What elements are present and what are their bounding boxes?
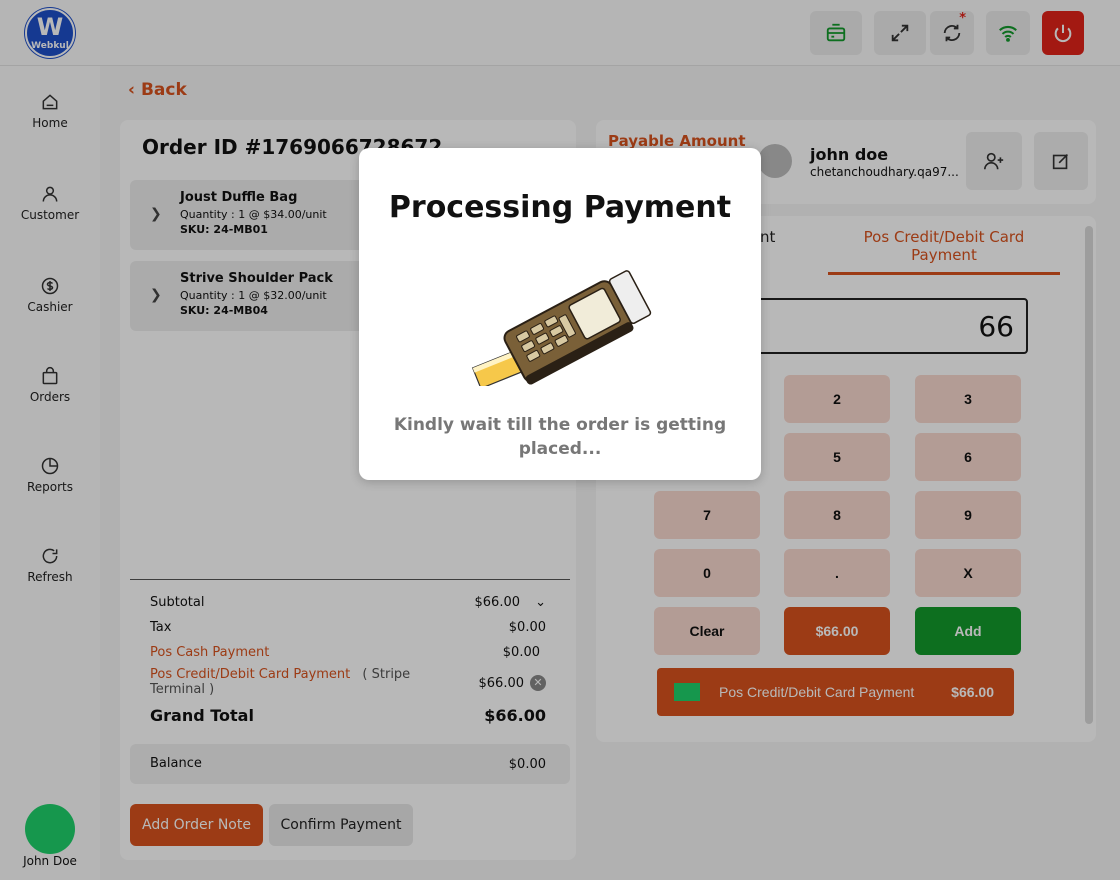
- dialog-message: Kindly wait till the order is getting pl…: [393, 415, 727, 459]
- processing-payment-dialog: Processing Payment Kindly wait till the …: [359, 148, 761, 480]
- dialog-title: Processing Payment: [388, 190, 732, 225]
- card-terminal-illustration: [471, 270, 652, 386]
